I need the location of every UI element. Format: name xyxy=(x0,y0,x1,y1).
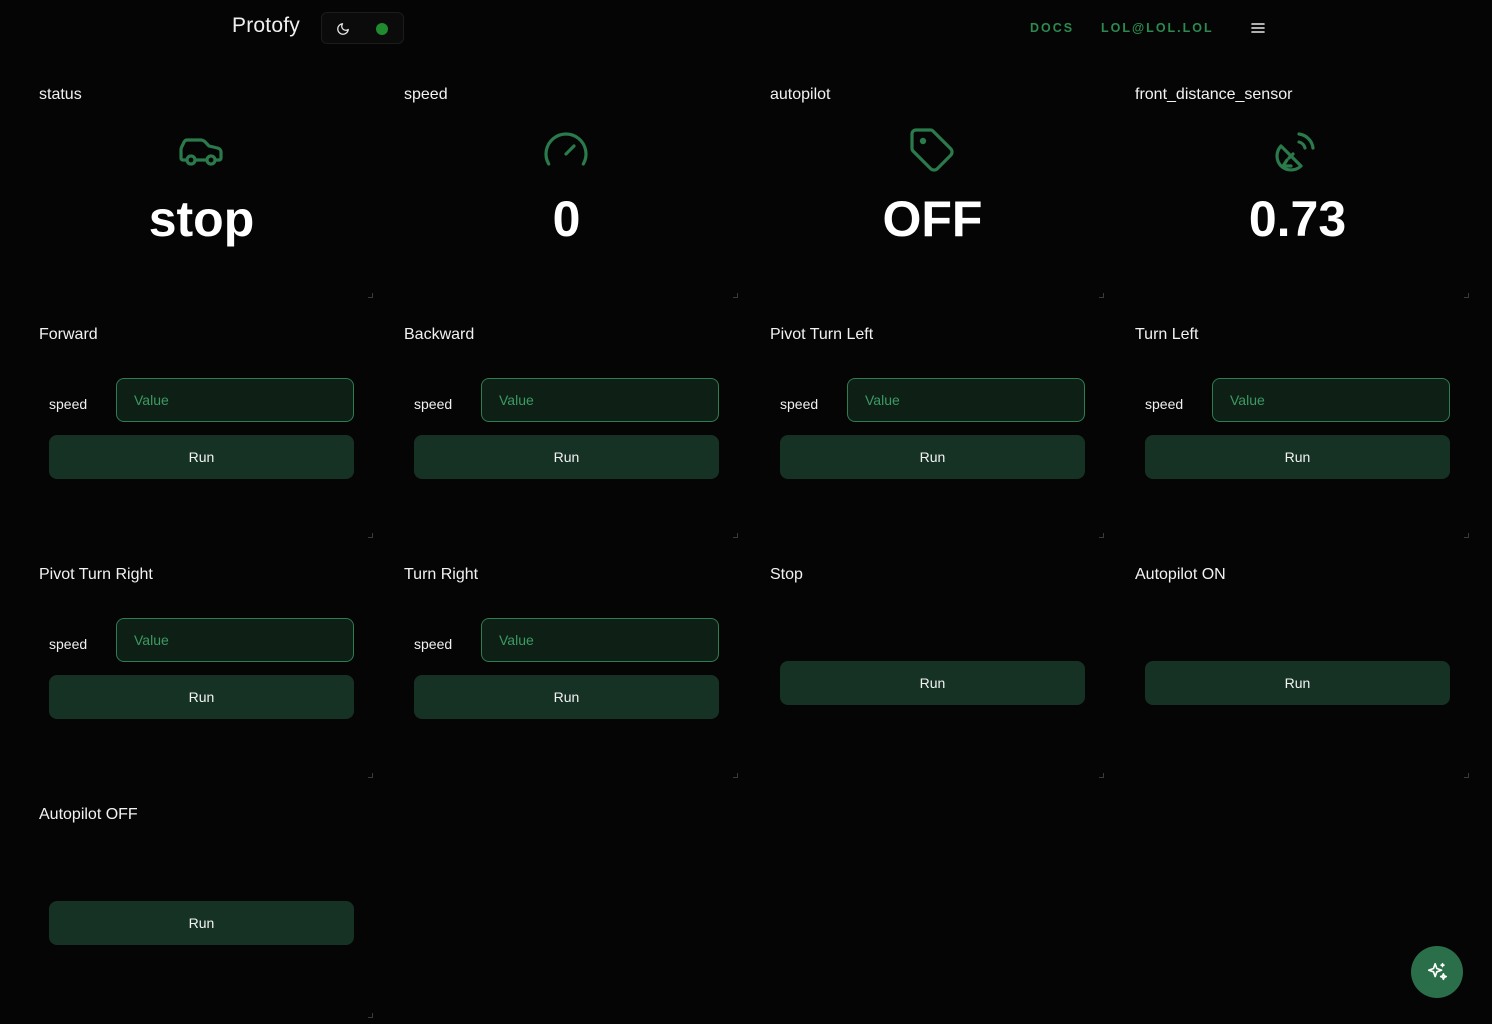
speed-param-label: speed xyxy=(780,396,819,412)
run-button[interactable]: Run xyxy=(414,435,719,479)
card-title: Stop xyxy=(770,566,803,583)
resize-handle[interactable] xyxy=(1464,293,1469,298)
brand-title[interactable]: Protofy xyxy=(232,14,300,38)
action-card-autopilot-on: Autopilot ON Run xyxy=(1131,566,1469,778)
moon-icon[interactable] xyxy=(336,22,350,36)
speed-param-label: speed xyxy=(414,396,453,412)
sparkles-icon xyxy=(1427,962,1447,981)
card-title: Pivot Turn Right xyxy=(39,566,153,583)
card-title: Pivot Turn Left xyxy=(770,326,874,343)
speed-input[interactable] xyxy=(847,378,1085,422)
card-title: Backward xyxy=(404,326,475,343)
hamburger-menu-icon[interactable] xyxy=(1250,20,1266,36)
card-title: Autopilot ON xyxy=(1135,566,1226,583)
resize-handle[interactable] xyxy=(368,1013,373,1018)
top-bar: Protofy DOCS LOL@LOL.LOL xyxy=(0,0,1492,56)
status-card: status stop xyxy=(35,86,373,298)
run-button[interactable]: Run xyxy=(414,675,719,719)
action-card-turn-right: Turn Right speed Run xyxy=(400,566,738,778)
card-title: Turn Right xyxy=(404,566,479,583)
run-button[interactable]: Run xyxy=(49,901,354,945)
resize-handle[interactable] xyxy=(733,293,738,298)
resize-handle[interactable] xyxy=(368,773,373,778)
theme-toggle[interactable] xyxy=(321,12,404,44)
nav-docs-link[interactable]: DOCS xyxy=(1030,21,1074,35)
resize-handle[interactable] xyxy=(733,533,738,538)
speed-value: 0 xyxy=(552,191,581,247)
card-title: autopilot xyxy=(770,86,831,103)
action-card-forward: Forward speed Run xyxy=(35,326,373,538)
action-card-backward: Backward speed Run xyxy=(400,326,738,538)
autopilot-card: autopilot OFF xyxy=(766,86,1104,298)
status-dot-icon xyxy=(376,23,388,35)
resize-handle[interactable] xyxy=(1464,533,1469,538)
resize-handle[interactable] xyxy=(1099,773,1104,778)
tag-icon xyxy=(910,128,954,172)
speed-param-label: speed xyxy=(1145,396,1184,412)
card-title: Forward xyxy=(39,326,98,343)
autopilot-value: OFF xyxy=(882,191,983,247)
resize-handle[interactable] xyxy=(1099,293,1104,298)
speed-param-label: speed xyxy=(414,636,453,652)
run-button[interactable]: Run xyxy=(780,435,1085,479)
resize-handle[interactable] xyxy=(368,293,373,298)
speed-param-label: speed xyxy=(49,396,88,412)
card-title: status xyxy=(39,86,82,103)
speed-input[interactable] xyxy=(116,618,354,662)
card-title: speed xyxy=(404,86,448,103)
status-value: stop xyxy=(148,191,255,247)
speed-input[interactable] xyxy=(116,378,354,422)
nav-user-link[interactable]: LOL@LOL.LOL xyxy=(1101,21,1214,35)
action-card-pivot-turn-left: Pivot Turn Left speed Run xyxy=(766,326,1104,538)
action-card-pivot-turn-right: Pivot Turn Right speed Run xyxy=(35,566,373,778)
speed-param-label: speed xyxy=(49,636,88,652)
run-button[interactable]: Run xyxy=(49,675,354,719)
run-button[interactable]: Run xyxy=(1145,661,1450,705)
card-title: front_distance_sensor xyxy=(1135,86,1293,103)
card-title: Autopilot OFF xyxy=(39,806,138,823)
action-card-turn-left: Turn Left speed Run xyxy=(1131,326,1469,538)
speed-card: speed 0 xyxy=(400,86,738,298)
resize-handle[interactable] xyxy=(1099,533,1104,538)
run-button[interactable]: Run xyxy=(1145,435,1450,479)
car-icon xyxy=(179,138,223,166)
run-button[interactable]: Run xyxy=(780,661,1085,705)
front-distance-value: 0.73 xyxy=(1248,191,1347,247)
ai-assistant-button[interactable] xyxy=(1411,946,1463,998)
speed-input[interactable] xyxy=(481,618,719,662)
action-card-stop: Stop Run xyxy=(766,566,1104,778)
action-card-autopilot-off: Autopilot OFF Run xyxy=(35,806,373,1018)
speed-input[interactable] xyxy=(481,378,719,422)
front-distance-sensor-card: front_distance_sensor 0.73 xyxy=(1131,86,1469,298)
run-button[interactable]: Run xyxy=(49,435,354,479)
resize-handle[interactable] xyxy=(1464,773,1469,778)
card-title: Turn Left xyxy=(1135,326,1199,343)
satellite-dish-icon xyxy=(1275,132,1315,172)
gauge-icon xyxy=(544,132,588,166)
speed-input[interactable] xyxy=(1212,378,1450,422)
resize-handle[interactable] xyxy=(368,533,373,538)
resize-handle[interactable] xyxy=(733,773,738,778)
